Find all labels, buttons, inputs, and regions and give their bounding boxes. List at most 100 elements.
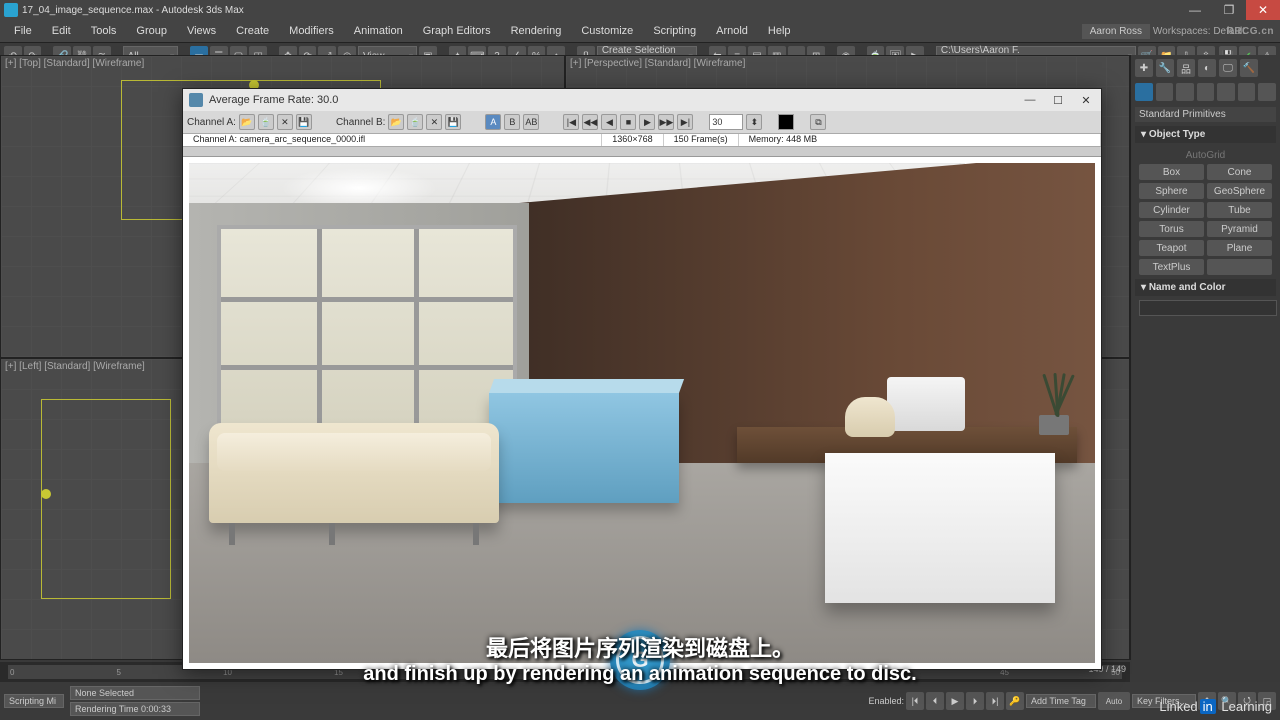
ram-player-titlebar[interactable]: Average Frame Rate: 30.0 — ☐ ✕ [183, 89, 1101, 111]
object-name-field[interactable] [1139, 300, 1277, 316]
signed-in-user[interactable]: Aaron Ross [1082, 24, 1150, 39]
render-time-status: Rendering Time 0:00:33 [70, 702, 200, 716]
tab-display-icon[interactable]: 🖵 [1219, 59, 1237, 77]
viewport-left-label[interactable]: [+] [Left] [Standard] [Wireframe] [5, 361, 145, 372]
menu-help[interactable]: Help [758, 22, 801, 40]
play-button[interactable]: ▶ [946, 692, 964, 710]
prev-frame-button[interactable]: ◀◀ [582, 114, 598, 130]
command-panel: ✚ 🔧 品 ◐ 🖵 🔨 Standard Primitives ▾ Object… [1130, 55, 1280, 660]
rollout-name-color[interactable]: ▾ Name and Color [1135, 279, 1276, 296]
menu-group[interactable]: Group [126, 22, 177, 40]
ram-player-scrubber[interactable] [183, 147, 1101, 157]
logo-part-a: Linked [1159, 699, 1197, 714]
goto-end-button[interactable]: ⏵| [986, 692, 1004, 710]
teapot-channel-b-button[interactable]: 🍵 [407, 114, 423, 130]
tab-hierarchy-icon[interactable]: 品 [1177, 59, 1195, 77]
primitive-cone[interactable]: Cone [1207, 164, 1272, 180]
open-channel-b-button[interactable]: 📂 [388, 114, 404, 130]
primitive-textplus[interactable]: TextPlus [1139, 259, 1204, 275]
show-a-button[interactable]: A [485, 114, 501, 130]
menu-grapheditors[interactable]: Graph Editors [413, 22, 501, 40]
menu-tools[interactable]: Tools [81, 22, 127, 40]
stop-button[interactable]: ■ [620, 114, 636, 130]
first-frame-button[interactable]: |◀ [563, 114, 579, 130]
show-b-button[interactable]: B [504, 114, 520, 130]
menu-views[interactable]: Views [177, 22, 226, 40]
primitive-torus[interactable]: Torus [1139, 221, 1204, 237]
play-forward-button[interactable]: ▶ [639, 114, 655, 130]
copy-button[interactable]: ⧉ [810, 114, 826, 130]
ram-min-button[interactable]: — [1017, 91, 1043, 109]
close-channel-b-button[interactable]: ✕ [426, 114, 442, 130]
prev-frame-button[interactable]: ⏴ [926, 692, 944, 710]
shapes-tab-icon[interactable] [1156, 83, 1174, 101]
primitive-pyramid[interactable]: Pyramid [1207, 221, 1272, 237]
scene-chair [845, 397, 895, 437]
add-time-tag[interactable]: Add Time Tag [1026, 694, 1096, 708]
menu-create[interactable]: Create [226, 22, 279, 40]
viewport-persp-label[interactable]: [+] [Perspective] [Standard] [Wireframe] [570, 58, 745, 69]
fps-lock-button[interactable]: ⬍ [746, 114, 762, 130]
frame-rate-field[interactable] [709, 114, 743, 130]
primitive-tube[interactable]: Tube [1207, 202, 1272, 218]
maxscript-mini-listener[interactable]: Scripting Mi [4, 694, 64, 708]
play-reverse-button[interactable]: ◀ [601, 114, 617, 130]
close-channel-a-button[interactable]: ✕ [277, 114, 293, 130]
ram-close-button[interactable]: ✕ [1073, 91, 1099, 109]
save-channel-a-button[interactable]: 💾 [296, 114, 312, 130]
ram-player-image-area [183, 157, 1101, 669]
spacewarps-tab-icon[interactable] [1238, 83, 1256, 101]
tab-motion-icon[interactable]: ◐ [1198, 59, 1216, 77]
show-ab-button[interactable]: AB [523, 114, 539, 130]
ram-max-button[interactable]: ☐ [1045, 91, 1071, 109]
menu-modifiers[interactable]: Modifiers [279, 22, 344, 40]
tab-utilities-icon[interactable]: 🔨 [1240, 59, 1258, 77]
goto-start-button[interactable]: |⏴ [906, 692, 924, 710]
minimize-button[interactable]: — [1178, 0, 1212, 20]
name-color-row [1135, 296, 1276, 320]
close-button[interactable]: ✕ [1246, 0, 1280, 20]
primitive-teapot[interactable]: Teapot [1139, 240, 1204, 256]
geometry-tab-icon[interactable] [1135, 83, 1153, 101]
maximize-button[interactable]: ❐ [1212, 0, 1246, 20]
bg-color-swatch[interactable] [778, 114, 794, 130]
menu-customize[interactable]: Customize [571, 22, 643, 40]
primitive-box[interactable]: Box [1139, 164, 1204, 180]
safe-frame-rect [41, 399, 171, 599]
menu-edit[interactable]: Edit [42, 22, 81, 40]
systems-tab-icon[interactable] [1258, 83, 1276, 101]
save-channel-b-button[interactable]: 💾 [445, 114, 461, 130]
menu-rendering[interactable]: Rendering [501, 22, 572, 40]
next-frame-button[interactable]: ⏵ [966, 692, 984, 710]
next-frame-button[interactable]: ▶▶ [658, 114, 674, 130]
primitive-sphere[interactable]: Sphere [1139, 183, 1204, 199]
menu-file[interactable]: File [4, 22, 42, 40]
open-channel-a-button[interactable]: 📂 [239, 114, 255, 130]
viewport-top-label[interactable]: [+] [Top] [Standard] [Wireframe] [5, 58, 144, 69]
teapot-channel-a-button[interactable]: 🍵 [258, 114, 274, 130]
autogrid-checkbox[interactable]: AutoGrid [1139, 147, 1272, 164]
primitive-plane[interactable]: Plane [1207, 240, 1272, 256]
tab-create-icon[interactable]: ✚ [1135, 59, 1153, 77]
key-mode-toggle[interactable]: 🔑 [1006, 692, 1024, 710]
ram-player-title: Average Frame Rate: 30.0 [209, 94, 338, 106]
last-frame-button[interactable]: ▶| [677, 114, 693, 130]
primitive-cylinder[interactable]: Cylinder [1139, 202, 1204, 218]
rollout-object-type-label: Object Type [1149, 129, 1206, 140]
ram-player-info-bar: Channel A: camera_arc_sequence_0000.ifl … [183, 133, 1101, 147]
create-category-dropdown[interactable]: Standard Primitives [1135, 107, 1276, 122]
menu-arnold[interactable]: Arnold [706, 22, 758, 40]
primitive-geosphere[interactable]: GeoSphere [1207, 183, 1272, 199]
tick: 5 [117, 668, 121, 677]
rollout-object-type[interactable]: ▾ Object Type [1135, 126, 1276, 143]
rollout-object-body: AutoGrid Box Cone Sphere GeoSphere Cylin… [1135, 143, 1276, 279]
menu-scripting[interactable]: Scripting [643, 22, 706, 40]
menu-animation[interactable]: Animation [344, 22, 413, 40]
cameras-tab-icon[interactable] [1197, 83, 1215, 101]
helpers-tab-icon[interactable] [1217, 83, 1235, 101]
tab-modify-icon[interactable]: 🔧 [1156, 59, 1174, 77]
scene-cabinet [489, 393, 679, 503]
info-file: Channel A: camera_arc_sequence_0000.ifl [183, 134, 602, 146]
auto-key-button[interactable]: Auto [1098, 692, 1130, 710]
lights-tab-icon[interactable] [1176, 83, 1194, 101]
